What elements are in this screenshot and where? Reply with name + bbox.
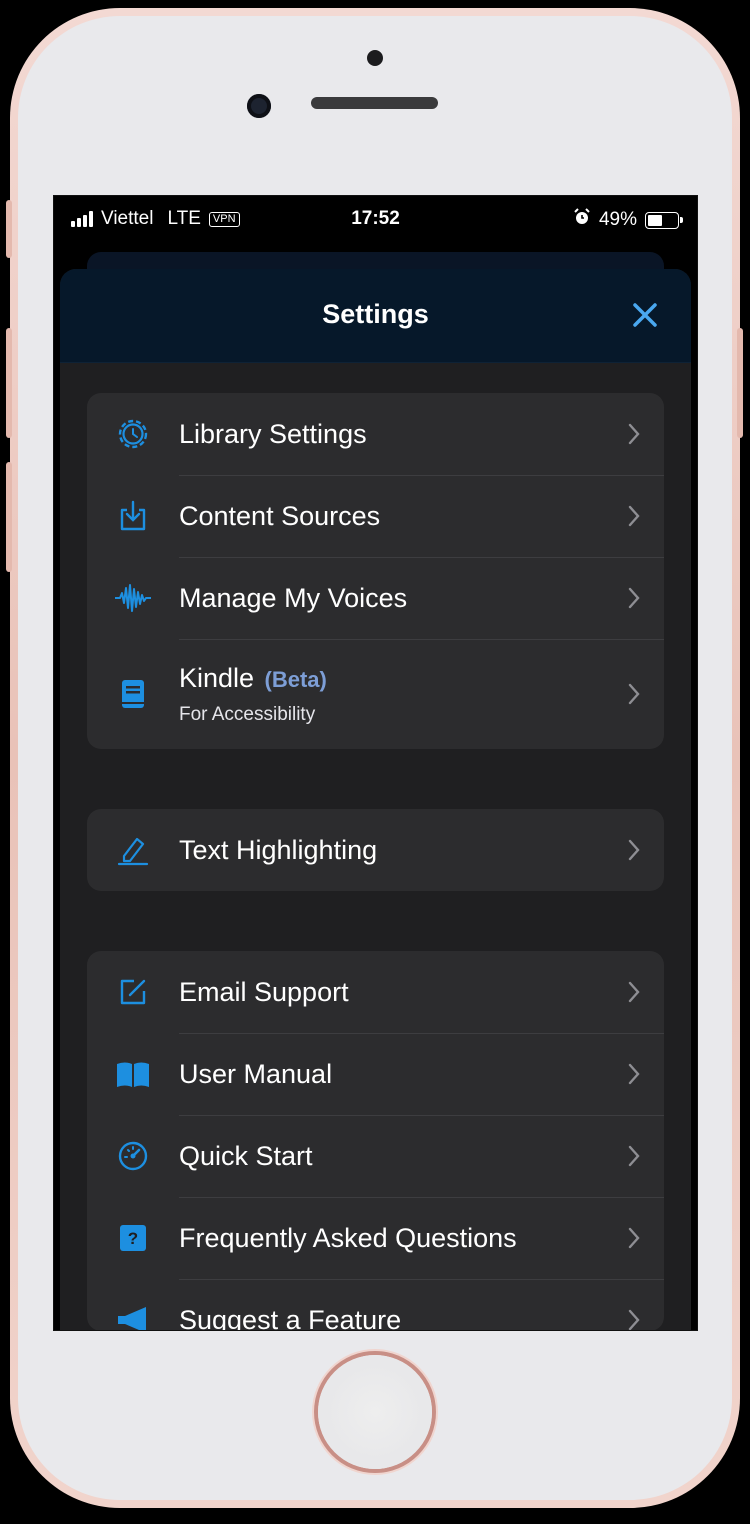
volume-up-button [6,328,12,438]
row-label: Text Highlighting [179,834,378,865]
chevron-right-icon [628,423,640,445]
row-label: User Manual [179,1058,333,1089]
support-group: Email Support User Manual Quick Start ? … [87,951,664,1331]
download-tray-icon [120,500,146,531]
row-sublabel: For Accessibility [179,703,316,725]
chevron-right-icon [628,587,640,609]
row-label: Suggest a Feature [179,1304,402,1331]
chevron-right-icon [628,1309,640,1330]
row-label: Email Support [179,976,349,1007]
chevron-right-icon [628,505,640,527]
row-label: Library Settings [179,418,367,449]
pencil-icon [117,837,149,866]
battery-icon [645,211,683,229]
speedometer-icon [118,1141,148,1171]
open-book-icon [117,1062,149,1087]
close-icon [633,303,657,327]
book-icon [122,680,144,708]
row-quick-start[interactable]: Quick Start [87,1115,664,1197]
library-settings-group: Library Settings Content Sources Manage … [87,393,664,749]
chevron-right-icon [628,1063,640,1085]
power-button [737,328,743,438]
row-label: Content Sources [179,500,381,531]
question-mark-icon: ? [120,1225,146,1251]
screen: Viettel LTE VPN 17:52 49% Settings Libra… [53,195,698,1331]
row-label: Kindle [179,662,255,693]
chevron-right-icon [628,683,640,705]
battery-percentage: 49% [598,209,637,230]
front-camera [247,94,271,118]
row-label: Manage My Voices [179,582,408,613]
chevron-right-icon [628,1227,640,1249]
row-suggest-feature[interactable]: Suggest a Feature [87,1279,664,1331]
row-content-sources[interactable]: Content Sources [87,475,664,557]
chevron-right-icon [628,981,640,1003]
close-button[interactable] [627,297,663,333]
row-text-highlighting[interactable]: Text Highlighting [87,809,664,891]
home-button[interactable] [318,1355,432,1469]
alarm-icon [573,208,591,232]
row-manage-my-voices[interactable]: Manage My Voices [87,557,664,639]
row-label: Quick Start [179,1140,313,1171]
svg-text:?: ? [128,1229,138,1248]
sheet-header: Settings [60,269,691,363]
mute-switch [6,200,12,258]
row-label: Frequently Asked Questions [179,1222,517,1253]
status-bar: Viettel LTE VPN 17:52 49% [54,196,697,242]
earpiece-speaker [311,97,438,109]
row-kindle[interactable]: Kindle (Beta) For Accessibility [87,639,664,749]
row-faq[interactable]: ? Frequently Asked Questions [87,1197,664,1279]
settings-sheet: Settings Library Settings Content Source… [60,269,691,1331]
volume-down-button [6,462,12,572]
megaphone-icon [118,1307,146,1330]
compose-icon [120,979,146,1005]
text-highlighting-group: Text Highlighting [87,809,664,891]
row-library-settings[interactable]: Library Settings [87,393,664,475]
row-user-manual[interactable]: User Manual [87,1033,664,1115]
page-title: Settings [322,299,429,329]
row-email-support[interactable]: Email Support [87,951,664,1033]
chevron-right-icon [628,1145,640,1167]
gear-icon [118,419,148,449]
voice-waveform-icon [115,584,151,612]
proximity-sensor [367,50,383,66]
chevron-right-icon [628,839,640,861]
beta-badge: (Beta) [264,666,327,692]
